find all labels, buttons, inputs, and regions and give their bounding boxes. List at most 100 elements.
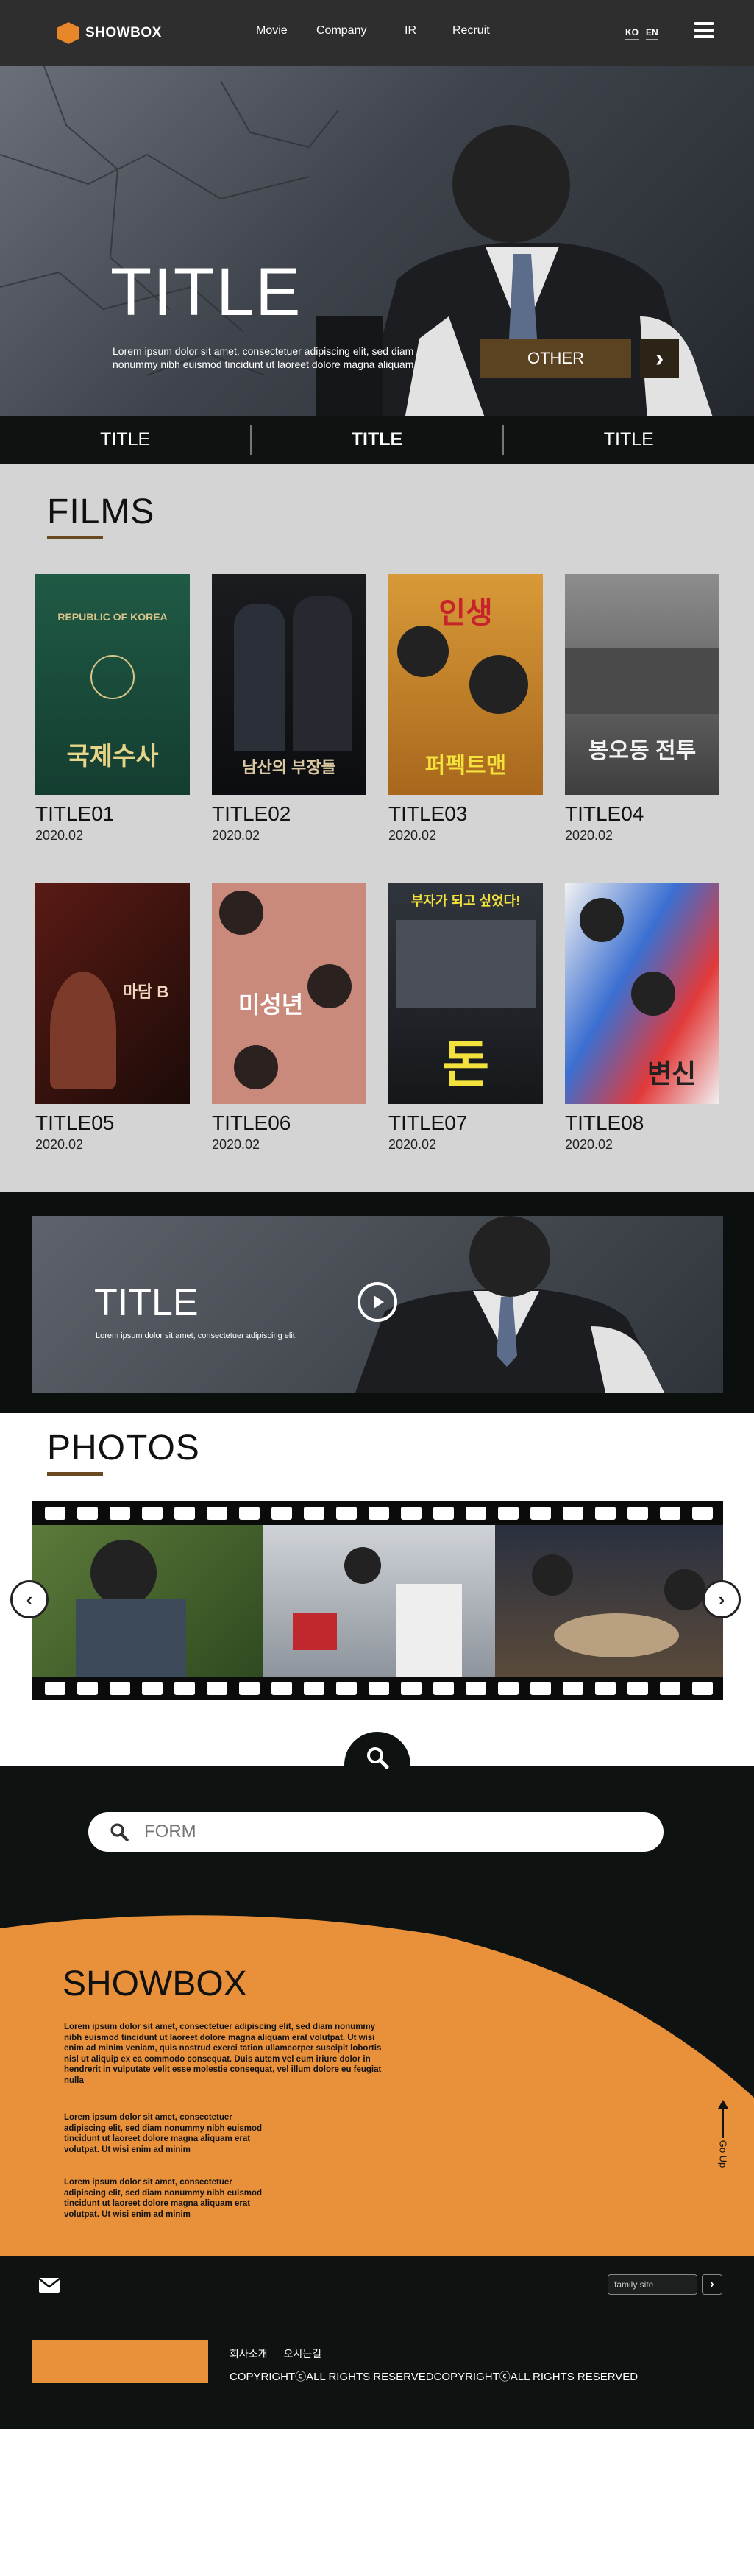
film-sprocket — [369, 1682, 389, 1695]
heading-underline — [47, 1472, 103, 1476]
poster-title: 미성년 — [238, 991, 304, 1018]
lang-en[interactable]: EN — [646, 27, 658, 40]
film-sprocket — [627, 1507, 648, 1520]
photo-3[interactable] — [495, 1525, 723, 1677]
film-card[interactable]: 봉오동 전투 TITLE04 2020.02 — [565, 574, 719, 843]
film-title: TITLE03 — [388, 802, 468, 825]
film-sprocket — [271, 1507, 292, 1520]
film-sprocket — [336, 1682, 357, 1695]
film-sprocket — [304, 1507, 324, 1520]
tab-1[interactable]: TITLE — [0, 429, 250, 450]
film-sprocket — [530, 1507, 551, 1520]
nav-ir[interactable]: IR — [405, 24, 452, 38]
film-sprocket — [207, 1507, 227, 1520]
film-card[interactable]: 부자가 되고 싶었다! 돈 TITLE07 2020.02 — [388, 883, 543, 1153]
company-paragraph: Lorem ipsum dolor sit amet, consectetuer… — [64, 2113, 263, 2154]
film-card[interactable]: 인생 퍼펙트맨 TITLE03 2020.02 — [388, 574, 543, 843]
nav-company[interactable]: Company — [316, 24, 405, 38]
poster-title: 봉오동 전투 — [588, 739, 697, 763]
film-title: TITLE07 — [388, 1111, 468, 1134]
search-input[interactable] — [144, 1822, 586, 1842]
film-title: TITLE05 — [35, 1111, 115, 1134]
site-header: SHOWBOX Movie Company IR Recruit KO EN — [0, 0, 754, 66]
next-photo-button[interactable]: › — [703, 1580, 741, 1618]
prev-photo-button[interactable]: ‹ — [10, 1580, 49, 1618]
film-sprocket — [466, 1682, 486, 1695]
film-title: TITLE04 — [565, 802, 644, 825]
search-toggle[interactable] — [344, 1732, 410, 1783]
film-poster: 변신 — [565, 883, 719, 1104]
copyright: COPYRIGHTⓒALL RIGHTS RESERVEDCOPYRIGHTⓒA… — [230, 2371, 639, 2383]
film-sprocket — [271, 1682, 292, 1695]
family-site-select[interactable]: family site — [608, 2274, 697, 2295]
film-sprocket — [45, 1507, 65, 1520]
film-card[interactable]: 미성년 TITLE06 2020.02 — [212, 883, 366, 1153]
film-sprocket — [207, 1682, 227, 1695]
lang-ko[interactable]: KO — [625, 27, 639, 40]
film-sprocket — [433, 1507, 454, 1520]
film-sprocket — [563, 1682, 583, 1695]
film-date: 2020.02 — [212, 828, 260, 843]
other-button[interactable]: OTHER › — [480, 339, 679, 378]
film-poster: 마담 B — [35, 883, 190, 1104]
film-card[interactable]: 변신 TITLE08 2020.02 — [565, 883, 719, 1153]
chevron-right-icon: › — [710, 2278, 714, 2290]
nav-recruit[interactable]: Recruit — [452, 24, 490, 38]
company-paragraph: Lorem ipsum dolor sit amet, consectetuer… — [64, 2023, 382, 2085]
film-sprocket — [660, 1507, 680, 1520]
mail-icon[interactable] — [38, 2277, 60, 2293]
play-icon — [374, 1295, 384, 1309]
hamburger-menu-icon[interactable] — [694, 22, 714, 38]
tab-2[interactable]: TITLE — [252, 429, 502, 450]
logo[interactable]: SHOWBOX — [57, 22, 162, 44]
go-up-label: Go Up — [717, 2140, 729, 2168]
language-switch: KO EN — [625, 27, 658, 40]
film-sprocket — [466, 1507, 486, 1520]
footer-link-directions[interactable]: 오시는길 — [283, 2346, 322, 2363]
film-poster: REPUBLIC OF KOREA 국제수사 — [35, 574, 190, 795]
footer-logo-box — [32, 2340, 208, 2383]
photo-1[interactable] — [32, 1525, 263, 1677]
poster-title: 변신 — [647, 1058, 697, 1089]
hero-banner: TITLE Lorem ipsum dolor sit amet, consec… — [0, 66, 754, 416]
film-sprocket — [110, 1682, 130, 1695]
film-card[interactable]: 남산의 부장들 TITLE02 2020.02 — [212, 574, 366, 843]
title-tabs: TITLE TITLE TITLE — [0, 416, 754, 464]
film-sprocket — [595, 1682, 616, 1695]
poster-title: 마담 B — [122, 983, 169, 1001]
poster-title: 남산의 부장들 — [242, 758, 336, 776]
film-sprocket — [401, 1682, 422, 1695]
film-sprocket — [401, 1507, 422, 1520]
family-site-go-button[interactable]: › — [702, 2274, 722, 2295]
film-poster: 봉오동 전투 — [565, 574, 719, 795]
company-title: SHOWBOX — [63, 1964, 247, 2003]
video-section: TITLE Lorem ipsum dolor sit amet, consec… — [0, 1192, 754, 1413]
search-bar — [88, 1812, 664, 1852]
video-banner[interactable]: TITLE Lorem ipsum dolor sit amet, consec… — [32, 1216, 723, 1393]
film-sprocket — [239, 1682, 260, 1695]
video-title: TITLE — [94, 1281, 199, 1324]
play-button[interactable] — [358, 1282, 397, 1322]
film-card[interactable]: 마담 B TITLE05 2020.02 — [35, 883, 190, 1153]
film-sprocket — [304, 1682, 324, 1695]
footer-link-about[interactable]: 회사소개 — [230, 2346, 268, 2363]
hero-title: TITLE — [110, 255, 302, 330]
film-sprocket — [692, 1507, 713, 1520]
photo-2[interactable] — [263, 1525, 495, 1677]
film-sprocket — [369, 1507, 389, 1520]
film-sprocket — [142, 1682, 163, 1695]
film-card[interactable]: REPUBLIC OF KOREA 국제수사 TITLE01 2020.02 — [35, 574, 190, 843]
film-sprocket — [595, 1507, 616, 1520]
film-sprocket — [77, 1507, 98, 1520]
poster-title: 국제수사 — [66, 743, 159, 771]
company-paragraph: Lorem ipsum dolor sit amet, consectetuer… — [64, 2178, 263, 2219]
go-up-button[interactable]: Go Up — [714, 2100, 733, 2182]
film-sprocket — [563, 1507, 583, 1520]
film-sprocket — [530, 1682, 551, 1695]
tab-3[interactable]: TITLE — [504, 429, 754, 450]
film-sprocket — [110, 1507, 130, 1520]
hero-description: Lorem ipsum dolor sit amet, consectetuer… — [113, 345, 414, 370]
film-title: TITLE01 — [35, 802, 115, 825]
film-sprocket — [142, 1507, 163, 1520]
nav-movie[interactable]: Movie — [256, 24, 316, 38]
